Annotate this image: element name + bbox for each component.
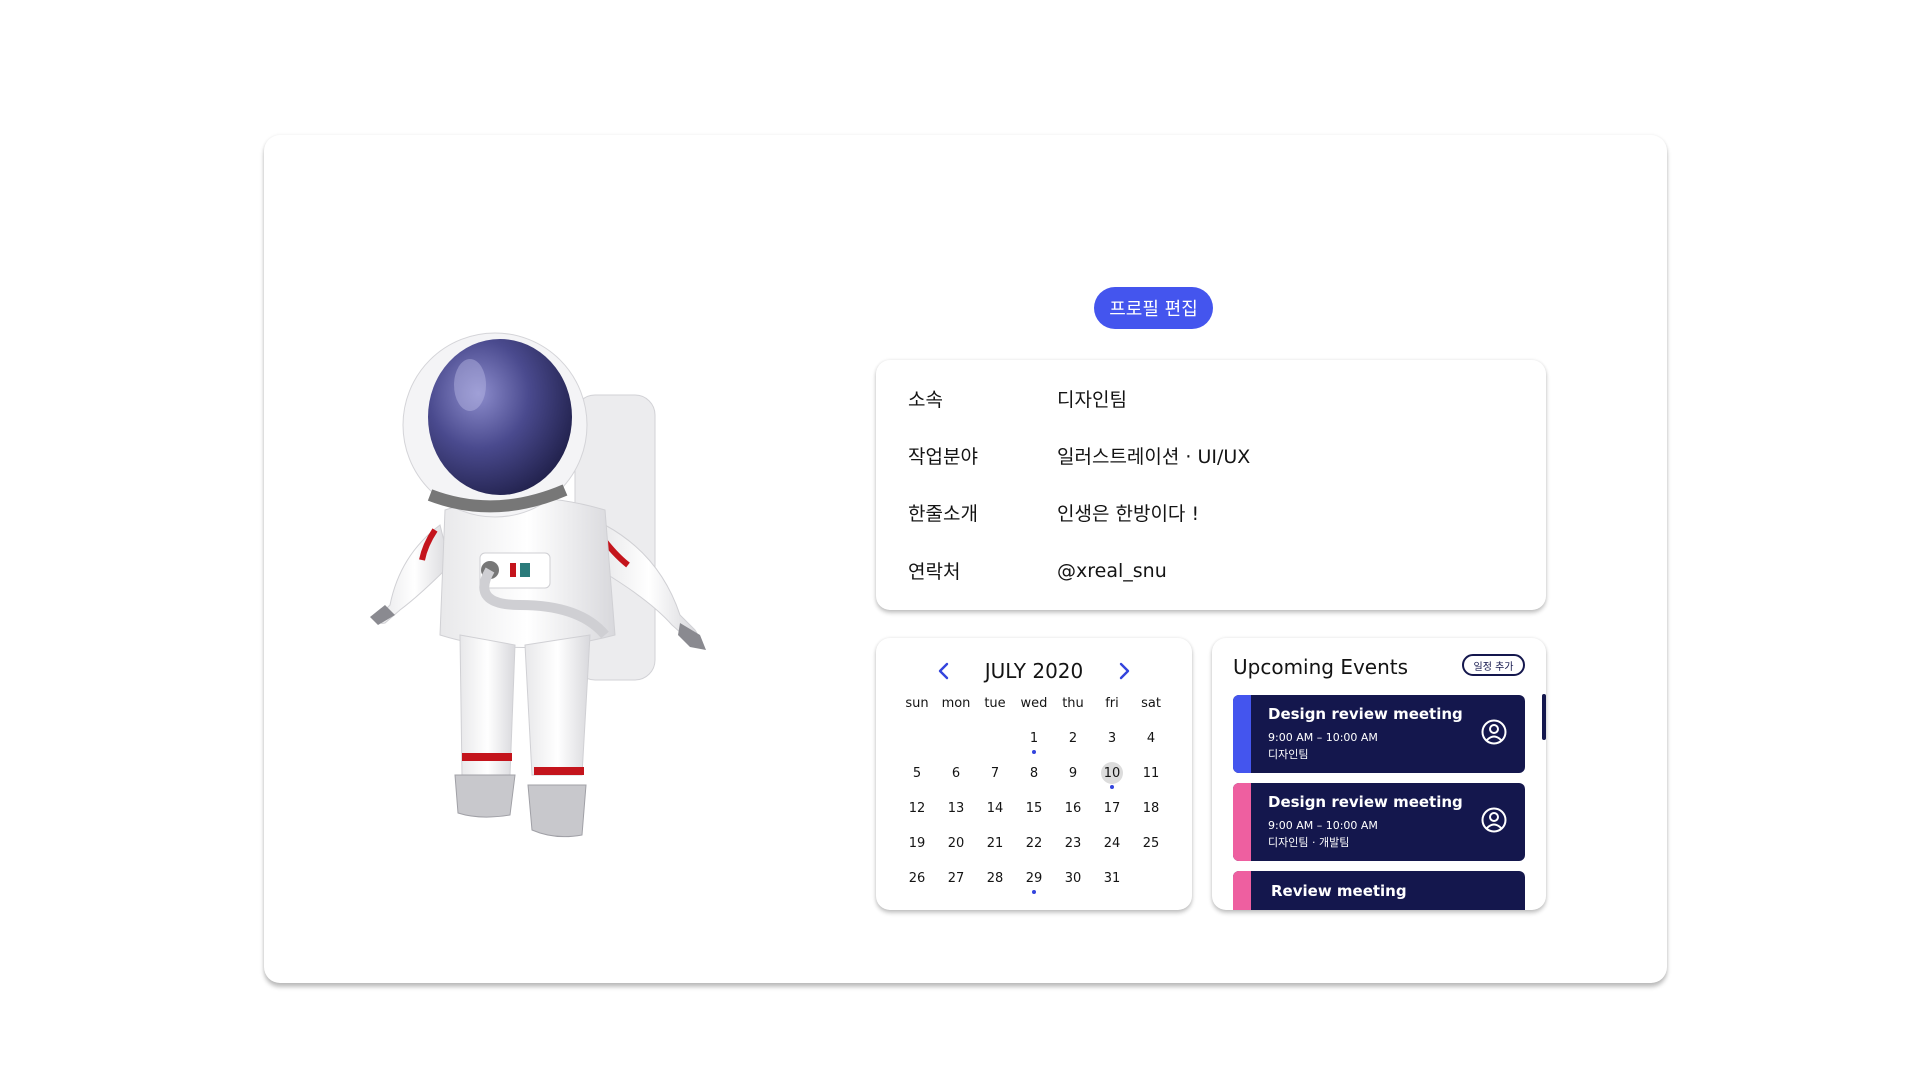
calendar-day[interactable]: 24 xyxy=(1097,831,1127,855)
event-item[interactable]: Review meeting xyxy=(1233,871,1525,910)
event-item[interactable]: Design review meeting 9:00 AM – 10:00 AM… xyxy=(1233,695,1525,773)
event-time: 9:00 AM – 10:00 AM xyxy=(1268,819,1378,832)
calendar-day[interactable]: 28 xyxy=(980,866,1010,890)
calendar-card: JULY 2020 sun mon tue wed thu fri sat 1 2 3 4 5 6 7 8 9… xyxy=(876,638,1192,910)
events-scrollbar[interactable] xyxy=(1542,694,1546,740)
calendar-day[interactable]: 11 xyxy=(1136,761,1166,785)
profile-row-intro: 한줄소개 인생은 한방이다 ! xyxy=(908,499,1199,526)
events-title: Upcoming Events xyxy=(1233,655,1409,679)
weekday-label: thu xyxy=(1062,696,1084,711)
user-circle-icon[interactable] xyxy=(1481,807,1507,833)
event-color-bar xyxy=(1233,695,1251,773)
profile-label: 소속 xyxy=(908,389,943,411)
profile-label: 연락처 xyxy=(908,561,961,583)
calendar-day[interactable]: 26 xyxy=(902,866,932,890)
event-name: Design review meeting xyxy=(1268,705,1463,723)
calendar-day[interactable]: 7 xyxy=(980,761,1010,785)
event-dot xyxy=(1110,785,1114,789)
calendar-day[interactable]: 3 xyxy=(1097,726,1127,750)
event-item[interactable]: Design review meeting 9:00 AM – 10:00 AM… xyxy=(1233,783,1525,861)
profile-label: 한줄소개 xyxy=(908,503,978,525)
event-name: Design review meeting xyxy=(1268,793,1463,811)
calendar-day[interactable]: 12 xyxy=(902,796,932,820)
event-dot xyxy=(1032,750,1036,754)
calendar-day[interactable]: 29 xyxy=(1019,866,1049,890)
weekday-label: sun xyxy=(905,696,929,711)
profile-value[interactable]: @xreal_snu xyxy=(1057,560,1167,582)
calendar-day[interactable]: 4 xyxy=(1136,726,1166,750)
calendar-day[interactable]: 6 xyxy=(941,761,971,785)
calendar-day[interactable]: 27 xyxy=(941,866,971,890)
calendar-day[interactable]: 23 xyxy=(1058,831,1088,855)
event-dot xyxy=(1032,890,1036,894)
weekday-label: sat xyxy=(1141,696,1161,711)
calendar-day[interactable]: 5 xyxy=(902,761,932,785)
calendar-month-title: JULY 2020 xyxy=(984,659,1084,683)
calendar-day[interactable]: 22 xyxy=(1019,831,1049,855)
weekday-label: mon xyxy=(941,696,971,711)
event-color-bar xyxy=(1233,783,1251,861)
event-team: 디자인팀 · 개발팀 xyxy=(1268,836,1350,849)
profile-value: 디자인팀 xyxy=(1057,389,1127,411)
calendar-day[interactable]: 1 xyxy=(1019,726,1049,750)
event-name: Review meeting xyxy=(1271,882,1407,900)
calendar-day[interactable]: 8 xyxy=(1019,761,1049,785)
calendar-day[interactable]: 15 xyxy=(1019,796,1049,820)
calendar-day[interactable]: 17 xyxy=(1097,796,1127,820)
astronaut-illustration xyxy=(370,332,706,838)
edit-profile-button[interactable]: 프로필 편집 xyxy=(1094,287,1213,329)
event-color-bar xyxy=(1233,871,1251,910)
event-time: 9:00 AM – 10:00 AM xyxy=(1268,731,1378,744)
calendar-day[interactable]: 16 xyxy=(1058,796,1088,820)
chevron-left-icon[interactable] xyxy=(931,658,957,684)
weekday-label: tue xyxy=(984,696,1006,711)
calendar-day[interactable]: 20 xyxy=(941,831,971,855)
calendar-day[interactable]: 9 xyxy=(1058,761,1088,785)
calendar-day[interactable]: 19 xyxy=(902,831,932,855)
event-team: 디자인팀 xyxy=(1268,748,1309,761)
profile-row-contact: 연락처 @xreal_snu xyxy=(908,557,1167,584)
chevron-right-icon[interactable] xyxy=(1111,658,1137,684)
calendar-day[interactable]: 31 xyxy=(1097,866,1127,890)
calendar-day[interactable]: 14 xyxy=(980,796,1010,820)
profile-row-affiliation: 소속 디자인팀 xyxy=(908,385,1127,412)
weekday-label: fri xyxy=(1105,696,1119,711)
user-circle-icon[interactable] xyxy=(1481,719,1507,745)
calendar-day[interactable]: 13 xyxy=(941,796,971,820)
profile-value: 일러스트레이션 · UI/UX xyxy=(1057,446,1251,468)
calendar-day[interactable]: 21 xyxy=(980,831,1010,855)
calendar-day[interactable]: 18 xyxy=(1136,796,1166,820)
events-card: Upcoming Events 일정 추가 Design review meet… xyxy=(1212,638,1546,910)
profile-label: 작업분야 xyxy=(908,446,978,468)
weekday-label: wed xyxy=(1020,696,1048,711)
profile-card: 소속 디자인팀 작업분야 일러스트레이션 · UI/UX 한줄소개 인생은 한방… xyxy=(876,360,1546,610)
calendar-day[interactable]: 2 xyxy=(1058,726,1088,750)
calendar-day[interactable]: 25 xyxy=(1136,831,1166,855)
calendar-day[interactable]: 30 xyxy=(1058,866,1088,890)
profile-row-field: 작업분야 일러스트레이션 · UI/UX xyxy=(908,442,1250,469)
calendar-header: JULY 2020 xyxy=(876,654,1192,688)
profile-value: 인생은 한방이다 ! xyxy=(1057,503,1200,525)
calendar-day-today[interactable]: 10 xyxy=(1101,762,1123,784)
add-event-button[interactable]: 일정 추가 xyxy=(1462,654,1525,676)
